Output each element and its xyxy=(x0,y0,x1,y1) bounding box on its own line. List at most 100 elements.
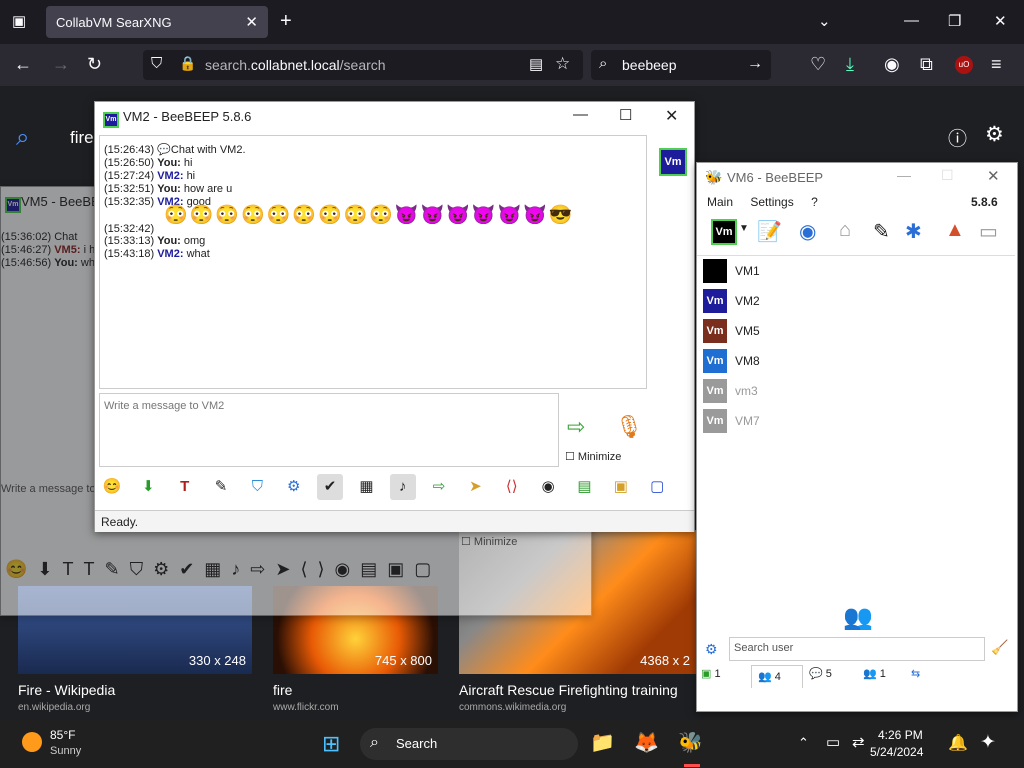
terminal-icon[interactable]: ▤ xyxy=(571,474,597,500)
tab-users[interactable]: 👥 4 xyxy=(751,665,803,688)
share-folder-icon[interactable]: ➤ xyxy=(462,474,488,500)
html-icon[interactable]: ⟨⟩ xyxy=(499,474,525,500)
close-window-icon[interactable]: ✕ xyxy=(994,12,1007,30)
close-tab-icon[interactable]: ✕ xyxy=(245,13,258,31)
user-list-item[interactable]: Vm vm3 xyxy=(697,376,1015,406)
color-icon[interactable]: ✎ xyxy=(208,474,234,500)
close-icon[interactable]: ✕ xyxy=(665,106,678,126)
minimize-icon[interactable]: — xyxy=(904,12,919,29)
result-title[interactable]: Fire - Wikipedia xyxy=(18,682,115,698)
new-tab-icon[interactable]: + xyxy=(280,10,292,33)
clock-time[interactable]: 4:26 PM xyxy=(878,728,923,742)
save-icon[interactable]: ▣ xyxy=(608,474,634,500)
vm2-chat-window[interactable]: Vm VM2 - BeeBEEP 5.8.6 — ☐ ✕ (15:26:43) … xyxy=(94,101,695,532)
menu-icon[interactable]: ≡ xyxy=(991,54,1002,75)
menu-settings[interactable]: Settings xyxy=(750,195,793,209)
edit-profile-icon[interactable]: 📝 xyxy=(757,219,782,244)
write-icon[interactable]: ✎ xyxy=(873,219,890,244)
reload-icon[interactable]: ↻ xyxy=(87,54,102,75)
vm5-message-input[interactable]: Write a message to xyxy=(1,483,96,495)
notification-bell-icon[interactable]: 🔔 xyxy=(948,733,968,753)
microphone-icon[interactable]: 🎙 xyxy=(615,414,643,440)
tools-icon[interactable]: ✱ xyxy=(905,219,922,244)
status-dropdown-icon[interactable]: ▼ xyxy=(739,223,749,234)
tab-contacts[interactable]: 👥 1 xyxy=(863,667,907,680)
copilot-icon[interactable]: ✦ xyxy=(980,731,996,754)
vm5-minimize-checkbox[interactable]: ☐ Minimize xyxy=(461,535,517,548)
search-settings-icon[interactable]: ⚙ xyxy=(705,641,718,658)
file-explorer-icon[interactable]: 📁 xyxy=(590,730,615,755)
forward-icon[interactable]: → xyxy=(52,54,70,75)
shield-icon[interactable]: ⛉ xyxy=(151,55,162,72)
ublock-icon[interactable]: uO xyxy=(955,56,973,74)
user-list-item[interactable]: Vm VM7 xyxy=(697,406,1015,436)
clear-search-icon[interactable]: 🧹 xyxy=(991,639,1008,656)
maximize-icon[interactable]: ☐ xyxy=(941,167,954,184)
maximize-icon[interactable]: ☐ xyxy=(619,106,632,124)
search-go-icon[interactable]: → xyxy=(747,55,763,73)
search-user-input[interactable]: Search user xyxy=(729,637,985,661)
vm2-title-bar[interactable]: Vm VM2 - BeeBEEP 5.8.6 — ☐ ✕ xyxy=(95,102,694,132)
print-icon[interactable]: ▢ xyxy=(644,474,670,500)
minimize-icon[interactable]: — xyxy=(897,167,911,183)
tray-display-icon[interactable]: ▭ xyxy=(826,733,840,751)
share-icon[interactable]: ▲ xyxy=(945,219,965,242)
user-list-item[interactable]: Vm VM5 xyxy=(697,316,1015,346)
result-title[interactable]: Aircraft Rescue Firefighting training xyxy=(459,682,678,698)
search-bar[interactable]: ⌕ beebeep → xyxy=(591,50,771,80)
info-icon[interactable]: ⓘ xyxy=(948,124,967,151)
menu-main[interactable]: Main xyxy=(707,195,733,209)
check-icon[interactable]: ✔ xyxy=(317,474,344,500)
tray-expand-icon[interactable]: ⌃ xyxy=(798,735,809,751)
browser-tab[interactable]: CollabVM SearXNG ✕ xyxy=(46,6,268,38)
extensions-icon[interactable]: ⧉ xyxy=(920,54,933,75)
insert-icon[interactable]: ⬇ xyxy=(135,474,161,500)
lock-icon[interactable]: 🔒 xyxy=(179,55,196,72)
tab-overview-icon[interactable]: ▣ xyxy=(12,12,26,30)
pocket-icon[interactable]: ♡ xyxy=(810,54,826,75)
restore-icon[interactable]: ❐ xyxy=(948,12,961,30)
weather-temp[interactable]: 85°F xyxy=(50,728,75,742)
font-icon[interactable]: T xyxy=(172,474,198,500)
settings-icon[interactable]: ⚙ xyxy=(281,474,307,500)
minimize-icon[interactable]: — xyxy=(573,106,588,123)
vm6-main-window[interactable]: 🐝 VM6 - BeeBEEP — ☐ ✕ Main Settings ? 5.… xyxy=(696,162,1018,712)
settings-gear-icon[interactable]: ⚙ xyxy=(985,122,1004,147)
filter-icon[interactable]: ⛉ xyxy=(244,474,270,500)
image-icon[interactable]: ▦ xyxy=(353,474,379,500)
weather-sun-icon[interactable] xyxy=(22,732,42,752)
user-list-item[interactable]: VM1 xyxy=(697,256,1015,286)
status-avatar[interactable]: Vm xyxy=(711,219,737,245)
send-file-icon[interactable]: ⇨ xyxy=(567,414,585,440)
windows-start-icon[interactable]: ⊞ xyxy=(322,731,340,757)
mailbox-icon[interactable]: ⌂ xyxy=(839,219,851,242)
network-icon[interactable]: ◉ xyxy=(799,219,816,244)
back-icon[interactable]: ← xyxy=(14,54,32,75)
downloads-icon[interactable]: ⤓ xyxy=(846,54,854,75)
page-search-query[interactable]: fire xyxy=(70,128,94,148)
clock-date[interactable]: 5/24/2024 xyxy=(870,745,923,759)
bookmark-star-icon[interactable]: ☆ xyxy=(555,54,570,74)
vm6-title-bar[interactable]: 🐝 VM6 - BeeBEEP — ☐ ✕ xyxy=(697,163,1017,193)
reader-view-icon[interactable]: ▤ xyxy=(529,55,543,73)
close-icon[interactable]: ✕ xyxy=(987,167,1000,185)
account-icon[interactable]: ◉ xyxy=(884,54,900,75)
tab-network[interactable]: ⇆ xyxy=(911,667,951,680)
tab-groups[interactable]: 💬 5 xyxy=(809,667,853,680)
menu-help[interactable]: ? xyxy=(811,195,818,209)
result-title[interactable]: fire xyxy=(273,682,292,698)
sound-icon[interactable]: ♪ xyxy=(389,474,416,500)
tray-network-icon[interactable]: ⇄ xyxy=(852,733,865,751)
trash-icon[interactable]: ▭ xyxy=(979,219,998,244)
weather-desc[interactable]: Sunny xyxy=(50,745,81,757)
searxng-search-icon[interactable]: ⌕ xyxy=(16,124,29,152)
user-list-item[interactable]: Vm VM8 xyxy=(697,346,1015,376)
beebeep-taskbar-icon[interactable]: 🐝 xyxy=(678,730,703,755)
taskbar-search[interactable]: ⌕ Search xyxy=(360,728,578,760)
user-list-item[interactable]: Vm VM2 xyxy=(697,286,1015,316)
tab-list-icon[interactable]: ⌄ xyxy=(818,12,831,30)
tab-chats[interactable]: ▣ 1 xyxy=(701,667,745,680)
url-bar[interactable]: ⛉ 🔒 search.collabnet.local/search ▤ ☆ xyxy=(143,50,583,80)
firefox-icon[interactable]: 🦊 xyxy=(634,730,659,755)
vm2-message-input[interactable]: Write a message to VM2 xyxy=(99,393,559,467)
